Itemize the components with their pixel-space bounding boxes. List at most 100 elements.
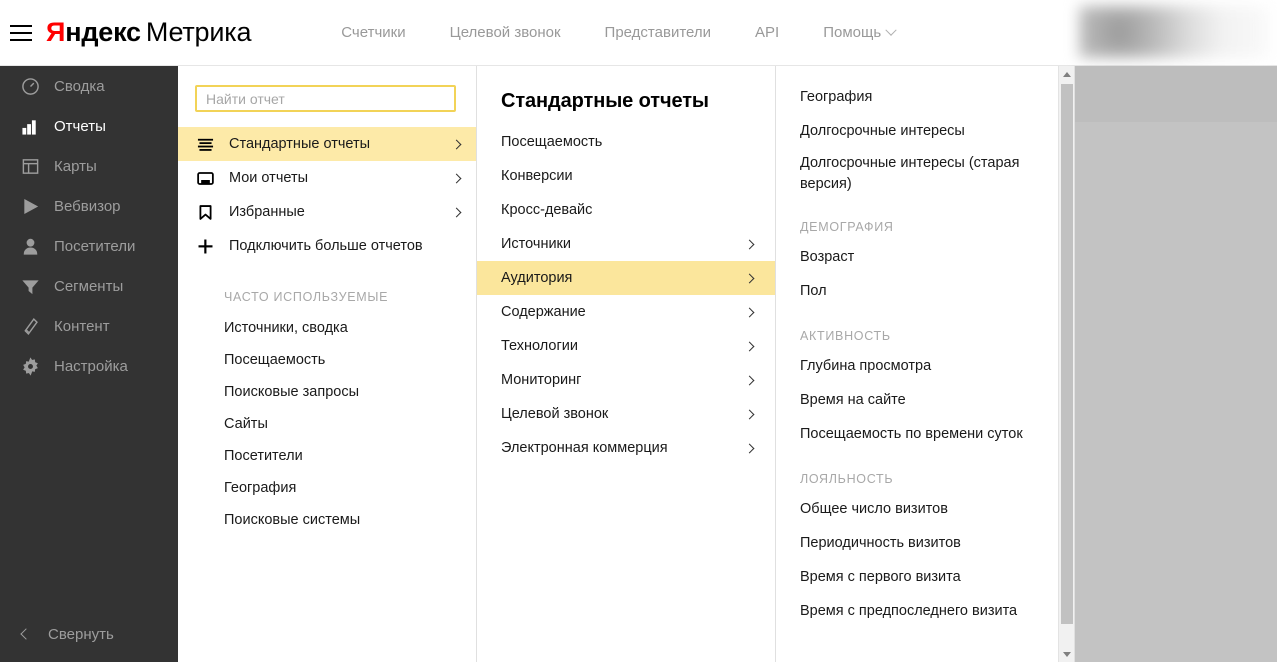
chevron-right-icon: [745, 341, 755, 351]
logo-brand-first: Я: [46, 17, 65, 47]
audience-item-total-visits[interactable]: Общее число визитов: [776, 492, 1052, 526]
chevron-right-icon: [452, 173, 462, 183]
sidebar-collapse-button[interactable]: Свернуть: [0, 614, 178, 654]
user-icon: [20, 236, 40, 256]
main-sidebar: Сводка Отчеты Карты Вебвизор Посетители …: [0, 66, 178, 662]
search-report-input[interactable]: [206, 91, 445, 107]
nav-item-target-call[interactable]: Целевой звонок: [450, 24, 561, 41]
page-dim-overlay[interactable]: [1075, 66, 1277, 662]
nav-label: Помощь: [823, 24, 881, 41]
frequent-item-search-queries[interactable]: Поисковые запросы: [178, 376, 476, 408]
frequent-item-sources-summary[interactable]: Источники, сводка: [178, 312, 476, 344]
nav-item-help[interactable]: Помощь: [823, 24, 895, 41]
standard-report-item-audience[interactable]: Аудитория: [477, 261, 775, 295]
audience-item-geography[interactable]: География: [776, 80, 1052, 114]
frequent-item-attendance[interactable]: Посещаемость: [178, 344, 476, 376]
standard-report-item-cross-device[interactable]: Кросс-девайс: [477, 193, 775, 227]
sidebar-item-content[interactable]: Контент: [0, 306, 178, 346]
sidebar-item-summary[interactable]: Сводка: [0, 66, 178, 106]
frequent-item-sites[interactable]: Сайты: [178, 408, 476, 440]
funnel-icon: [20, 276, 40, 296]
sidebar-item-label: Вебвизор: [54, 198, 121, 215]
scrollbar-up-button[interactable]: [1059, 66, 1075, 82]
standard-report-label: Содержание: [501, 304, 746, 320]
page-dim-overlay-top-band: [1075, 66, 1277, 122]
nav-label: Представители: [605, 24, 711, 41]
standard-report-label: Электронная коммерция: [501, 440, 746, 456]
sidebar-item-maps[interactable]: Карты: [0, 146, 178, 186]
pencil-icon: [20, 316, 40, 336]
audience-item-longterm-interests[interactable]: Долгосрочные интересы: [776, 114, 1052, 148]
frequently-used-title: ЧАСТО ИСПОЛЬЗУЕМЫЕ: [178, 290, 476, 304]
chevron-right-icon: [452, 139, 462, 149]
frequent-item-geography[interactable]: География: [178, 472, 476, 504]
triangle-down-icon: [1063, 652, 1071, 657]
triangle-up-icon: [1063, 72, 1071, 77]
user-profile-avatar[interactable]: [1079, 6, 1269, 58]
nav-item-api[interactable]: API: [755, 24, 779, 41]
search-report-box[interactable]: [195, 85, 456, 112]
chevron-right-icon: [452, 207, 462, 217]
audience-item-longterm-interests-old[interactable]: Долгосрочные интересы (старая версия): [776, 148, 1052, 199]
standard-report-item-ecommerce[interactable]: Электронная коммерция: [477, 431, 775, 465]
list-lines-icon: [196, 135, 214, 153]
reports-nav-item-label: Избранные: [229, 204, 453, 220]
audience-submenu-scrollbar[interactable]: [1058, 66, 1074, 662]
sidebar-item-webvisor[interactable]: Вебвизор: [0, 186, 178, 226]
standard-report-label: Посещаемость: [501, 134, 753, 150]
chevron-left-icon: [20, 628, 31, 639]
reports-nav-item-favorites[interactable]: Избранные: [178, 195, 476, 229]
reports-nav-item-connect-more[interactable]: Подключить больше отчетов: [178, 229, 476, 263]
scrollbar-down-button[interactable]: [1059, 646, 1075, 662]
standard-report-item-monitoring[interactable]: Мониторинг: [477, 363, 775, 397]
standard-report-item-conversions[interactable]: Конверсии: [477, 159, 775, 193]
sidebar-item-settings[interactable]: Настройка: [0, 346, 178, 386]
reports-nav-item-label: Стандартные отчеты: [229, 136, 453, 152]
scrollbar-thumb[interactable]: [1061, 84, 1073, 624]
nav-item-representatives[interactable]: Представители: [605, 24, 711, 41]
audience-item-time-since-penultimate-visit[interactable]: Время с предпоследнего визита: [776, 594, 1052, 628]
hamburger-menu-icon[interactable]: [10, 25, 32, 41]
standard-report-label: Мониторинг: [501, 372, 746, 388]
reports-nav-list: Стандартные отчеты Мои отчеты Избранные …: [178, 127, 476, 263]
audience-item-time-since-first-visit[interactable]: Время с первого визита: [776, 560, 1052, 594]
frequent-item-search-engines[interactable]: Поисковые системы: [178, 504, 476, 536]
play-icon: [20, 196, 40, 216]
audience-item-attendance-by-time-of-day[interactable]: Посещаемость по времени суток: [776, 417, 1052, 451]
standard-report-item-technologies[interactable]: Технологии: [477, 329, 775, 363]
chevron-right-icon: [745, 307, 755, 317]
audience-item-gender[interactable]: Пол: [776, 274, 1052, 308]
standard-report-item-content[interactable]: Содержание: [477, 295, 775, 329]
sidebar-item-reports[interactable]: Отчеты: [0, 106, 178, 146]
standard-report-label: Аудитория: [501, 270, 746, 286]
nav-label: Целевой звонок: [450, 24, 561, 41]
audience-item-visit-frequency[interactable]: Периодичность визитов: [776, 526, 1052, 560]
audience-group-activity: АКТИВНОСТЬ: [776, 329, 1052, 343]
standard-report-item-target-call[interactable]: Целевой звонок: [477, 397, 775, 431]
reports-nav-item-my-reports[interactable]: Мои отчеты: [178, 161, 476, 195]
standard-report-item-attendance[interactable]: Посещаемость: [477, 125, 775, 159]
standard-report-label: Источники: [501, 236, 746, 252]
bar-chart-icon: [20, 116, 40, 136]
chevron-right-icon: [745, 239, 755, 249]
chevron-right-icon: [745, 443, 755, 453]
top-navigation: Счетчики Целевой звонок Представители AP…: [341, 24, 895, 41]
frequent-item-visitors[interactable]: Посетители: [178, 440, 476, 472]
logo-brand-rest: ндекс: [65, 17, 141, 47]
sidebar-item-label: Настройка: [54, 358, 128, 375]
standard-report-item-sources[interactable]: Источники: [477, 227, 775, 261]
standard-report-label: Целевой звонок: [501, 406, 746, 422]
audience-item-age[interactable]: Возраст: [776, 240, 1052, 274]
sidebar-item-label: Посетители: [54, 238, 135, 255]
nav-item-counters[interactable]: Счетчики: [341, 24, 405, 41]
nav-label: Счетчики: [341, 24, 405, 41]
sidebar-item-visitors[interactable]: Посетители: [0, 226, 178, 266]
reports-nav-item-standard-reports[interactable]: Стандартные отчеты: [178, 127, 476, 161]
reports-nav-item-label: Мои отчеты: [229, 170, 453, 186]
top-header-bar: ЯндексМетрика Счетчики Целевой звонок Пр…: [0, 0, 1277, 66]
yandex-metrica-logo[interactable]: ЯндексМетрика: [46, 17, 251, 48]
audience-item-time-on-site[interactable]: Время на сайте: [776, 383, 1052, 417]
sidebar-item-segments[interactable]: Сегменты: [0, 266, 178, 306]
audience-group-demography: ДЕМОГРАФИЯ: [776, 220, 1052, 234]
audience-item-page-depth[interactable]: Глубина просмотра: [776, 349, 1052, 383]
